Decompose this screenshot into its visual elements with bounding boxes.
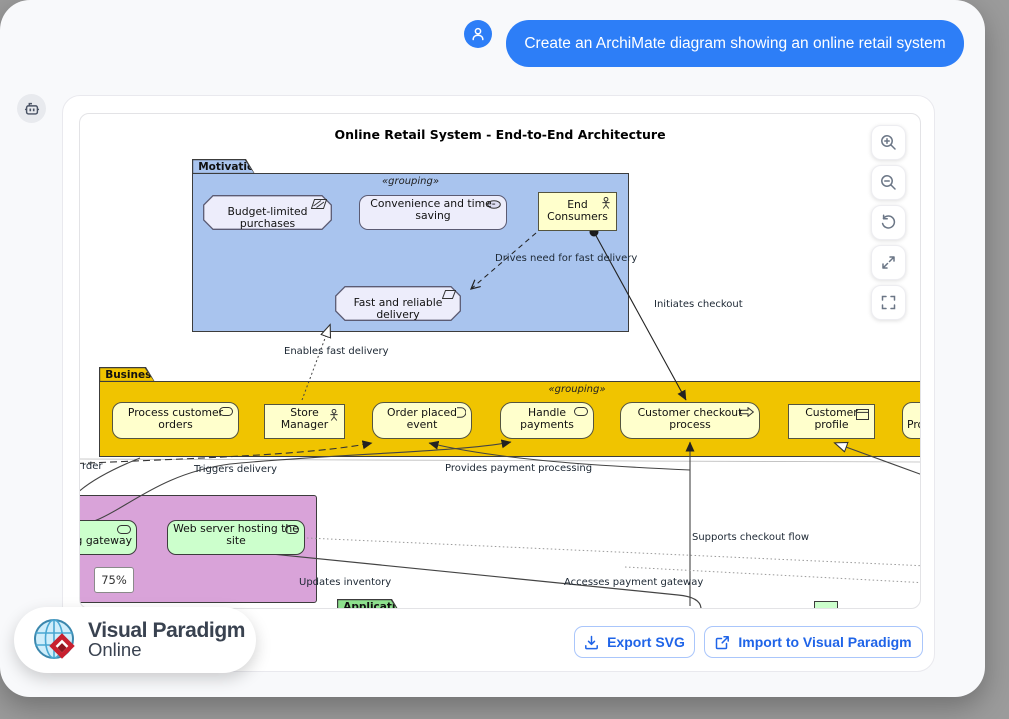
import-to-vp-button[interactable]: Import to Visual Paradigm xyxy=(704,626,923,658)
export-svg-label: Export SVG xyxy=(607,634,685,650)
reset-icon xyxy=(880,214,897,231)
fullscreen-icon xyxy=(880,294,897,311)
element-fast-reliable-delivery: Fast and reliable delivery xyxy=(335,286,461,321)
user-avatar xyxy=(464,20,492,48)
label-supports: Supports checkout flow xyxy=(692,532,809,543)
motivation-group-tab: Motivation xyxy=(192,159,255,174)
import-to-vp-label: Import to Visual Paradigm xyxy=(738,634,911,650)
chat-card: Create an ArchiMate diagram showing an o… xyxy=(0,0,985,697)
label-partial-left: rder xyxy=(82,461,103,472)
visual-paradigm-globe-icon xyxy=(32,616,80,664)
zoom-in-icon xyxy=(880,134,897,151)
label-initiates: Initiates checkout xyxy=(654,299,743,310)
download-icon xyxy=(584,635,599,650)
visual-paradigm-wordmark: Visual Paradigm Online xyxy=(88,620,245,660)
label-triggers: Triggers delivery xyxy=(194,464,277,475)
diagram-panel: Online Retail System - End-to-End Archit… xyxy=(62,95,935,672)
fullscreen-button[interactable] xyxy=(871,285,906,320)
export-svg-button[interactable]: Export SVG xyxy=(574,626,695,658)
element-store-manager: Store Manager xyxy=(264,404,345,439)
user-message-bubble: Create an ArchiMate diagram showing an o… xyxy=(506,20,964,67)
application-group-tab: Application xyxy=(337,599,401,609)
motivation-stereotype: «grouping» xyxy=(192,176,629,187)
brand-title: Visual Paradigm xyxy=(88,620,245,641)
brand-subtitle: Online xyxy=(88,641,245,660)
element-handle-payments: Handle payments xyxy=(500,402,594,439)
zoom-in-button[interactable] xyxy=(871,125,906,160)
page: { "chat": { "user_message": "Create an A… xyxy=(0,0,1009,719)
label-provides: Provides payment processing xyxy=(445,463,592,474)
assistant-avatar xyxy=(17,94,46,123)
reset-view-button[interactable] xyxy=(871,205,906,240)
expand-icon xyxy=(880,254,897,271)
user-icon xyxy=(470,26,486,42)
element-budget-limited-purchases: Budget-limited purchases xyxy=(203,195,332,230)
business-stereotype: «grouping» xyxy=(460,384,694,395)
clipped-application-element xyxy=(814,601,838,609)
element-end-consumers: End Consumers xyxy=(538,192,617,231)
zoom-out-button[interactable] xyxy=(871,165,906,200)
element-customer-checkout-process: Customer checkout process xyxy=(620,402,760,439)
external-link-icon xyxy=(715,635,730,650)
element-convenience: Convenience and time-saving xyxy=(359,195,507,230)
element-gateway-clipped: ing gateway xyxy=(79,520,137,555)
label-accesses: Accesses payment gateway xyxy=(564,577,703,588)
element-clipped-right: Pro xyxy=(902,402,921,439)
robot-icon xyxy=(23,100,41,118)
expand-button[interactable] xyxy=(871,245,906,280)
element-web-server: Web server hosting the site xyxy=(167,520,305,555)
business-group-tab: Business xyxy=(99,367,155,382)
label-enables: Enables fast delivery xyxy=(284,346,389,357)
label-updates: Updates inventory xyxy=(299,577,391,588)
element-customer-profile: Customer profile xyxy=(788,404,875,439)
service-icon xyxy=(117,525,131,534)
progress-badge: 75% xyxy=(94,567,134,593)
zoom-out-icon xyxy=(880,174,897,191)
diagram-canvas[interactable]: Online Retail System - End-to-End Archit… xyxy=(79,113,921,609)
diagram-title: Online Retail System - End-to-End Archit… xyxy=(80,127,920,142)
element-order-placed-event: Order placed event xyxy=(372,402,472,439)
visual-paradigm-logo[interactable]: Visual Paradigm Online xyxy=(14,607,256,673)
label-drives: Drives need for fast delivery xyxy=(495,253,637,264)
element-process-customer-orders: Process customer orders xyxy=(112,402,239,439)
